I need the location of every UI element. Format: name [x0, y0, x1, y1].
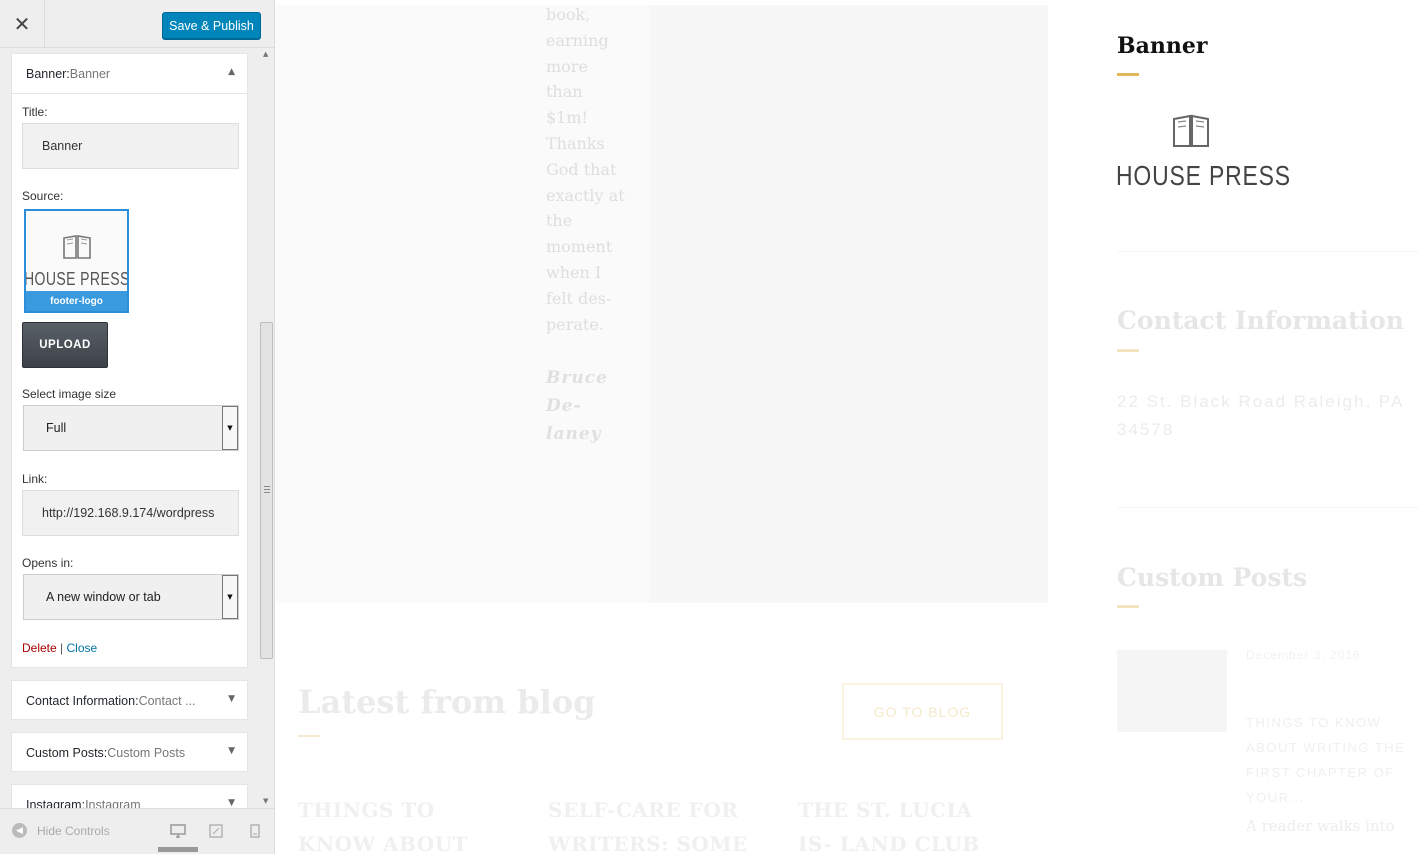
- thumbnail-caption: footer-logo: [26, 291, 127, 311]
- contact-widget-title: Contact Information: [1117, 306, 1404, 335]
- blog-post-title[interactable]: SELF-CARE FOR WRITERS: SOME: [548, 793, 758, 854]
- widget-title: Contact ...: [138, 694, 196, 708]
- testimonial-author: Bruce De- laney: [546, 368, 608, 444]
- blog-section-title: Latest from blog: [298, 683, 596, 721]
- expand-arrow-icon[interactable]: ▼: [228, 746, 235, 756]
- grip-icon: [264, 486, 270, 493]
- link-label: Link:: [22, 472, 48, 486]
- banner-widget-header[interactable]: Banner: Banner ▲: [12, 54, 247, 94]
- book-icon: [63, 235, 91, 259]
- scroll-down-arrow-icon[interactable]: ▼: [263, 797, 268, 805]
- source-label: Source:: [22, 189, 64, 203]
- site-preview: book, earning more than $1m! Thanks God …: [275, 0, 1419, 854]
- source-image-thumbnail[interactable]: HOUSE PRESS footer-logo: [24, 209, 129, 313]
- customizer-footer: ◀ Hide Controls: [0, 808, 274, 854]
- title-underline: [1117, 349, 1139, 352]
- title-label: Title:: [22, 105, 48, 119]
- save-publish-button[interactable]: Save & Publish: [162, 12, 261, 39]
- testimonial-panel: book, earning more than $1m! Thanks God …: [275, 5, 650, 603]
- hide-controls-label: Hide Controls: [37, 823, 110, 838]
- collapse-sidebar-icon: ◀: [12, 823, 27, 838]
- widget-title: Custom Posts: [107, 746, 186, 760]
- widget-header[interactable]: Contact Information: Contact ... ▼: [12, 681, 247, 721]
- scroll-up-arrow-icon[interactable]: ▲: [263, 50, 268, 58]
- dropdown-arrow-icon[interactable]: ▼: [222, 575, 238, 619]
- house-press-logo[interactable]: HOUSE PRESS: [1116, 160, 1291, 192]
- delete-link[interactable]: Delete: [22, 641, 57, 655]
- title-underline: [1117, 73, 1139, 76]
- book-icon[interactable]: [1171, 112, 1211, 150]
- post-excerpt: A reader walks into: [1246, 817, 1395, 835]
- expand-arrow-icon[interactable]: ▼: [228, 798, 235, 808]
- widget-name: Custom Posts:: [26, 746, 108, 760]
- actions-separator: |: [56, 641, 67, 655]
- tablet-icon[interactable]: [209, 824, 223, 838]
- banner-widget: Banner: Banner ▲ Title: Banner Source: H…: [11, 53, 248, 668]
- expand-arrow-icon[interactable]: ▼: [228, 694, 235, 704]
- close-icon: ✕: [13, 12, 31, 36]
- active-device-indicator: [158, 847, 198, 852]
- post-date: December 3, 2016: [1246, 648, 1361, 662]
- custom-posts-widget[interactable]: Custom Posts: Custom Posts ▼: [11, 732, 248, 772]
- title-underline: [1117, 605, 1139, 608]
- custom-posts-widget-title: Custom Posts: [1117, 563, 1308, 592]
- hide-controls-button[interactable]: ◀ Hide Controls: [12, 823, 110, 838]
- opens-in-value: A new window or tab: [46, 590, 161, 604]
- post-title-link[interactable]: THINGS TO KNOW ABOUT WRITING THE FIRST C…: [1246, 710, 1406, 810]
- widget-header[interactable]: Custom Posts: Custom Posts ▼: [12, 733, 247, 773]
- blog-post-title[interactable]: THINGS TO KNOW ABOUT WRITING: [298, 793, 508, 854]
- close-link[interactable]: Close: [66, 641, 97, 655]
- widget-divider: [1117, 251, 1419, 252]
- widget-divider: [1117, 507, 1419, 508]
- collapse-arrow-icon[interactable]: ▲: [228, 67, 235, 77]
- contact-information-widget[interactable]: Contact Information: Contact ... ▼: [11, 680, 248, 720]
- widget-title: Banner: [69, 66, 111, 81]
- mobile-icon[interactable]: [250, 824, 260, 838]
- contact-address: 22 St. Black Road Raleigh, PA 34578: [1117, 392, 1404, 439]
- opens-in-label: Opens in:: [22, 556, 74, 570]
- customizer-header: ✕ Save & Publish: [0, 0, 274, 48]
- widget-actions: Delete | Close: [22, 641, 97, 655]
- testimonial-image: [650, 5, 1048, 603]
- opens-in-select[interactable]: A new window or tab ▼: [23, 574, 239, 620]
- image-size-value: Full: [46, 421, 67, 435]
- widget-name: Banner:: [26, 66, 70, 81]
- banner-widget-title: Banner: [1117, 33, 1208, 59]
- title-underline: [298, 735, 320, 737]
- blog-post-title[interactable]: THE ST. LUCIA IS- LAND CLUB CHAP-: [798, 793, 1008, 854]
- post-thumbnail[interactable]: [1117, 650, 1227, 732]
- link-input[interactable]: http://192.168.9.174/wordpress: [22, 490, 239, 536]
- upload-button[interactable]: UPLOAD: [22, 322, 108, 368]
- customizer-sidebar: ✕ Save & Publish Banner: Banner ▲ Title:…: [0, 0, 275, 854]
- testimonial-text: book, earning more than $1m! Thanks God …: [546, 5, 625, 334]
- title-input[interactable]: Banner: [22, 123, 239, 169]
- desktop-icon[interactable]: [170, 824, 186, 838]
- widget-name: Contact Information:: [26, 694, 139, 708]
- thumbnail-logo-text: HOUSE PRESS: [24, 269, 129, 289]
- image-size-label: Select image size: [22, 387, 117, 401]
- go-to-blog-button[interactable]: GO TO BLOG: [842, 683, 1003, 740]
- close-customizer-button[interactable]: ✕: [0, 0, 45, 48]
- dropdown-arrow-icon[interactable]: ▼: [222, 406, 238, 450]
- image-size-select[interactable]: Full ▼: [23, 405, 239, 451]
- scrollbar-thumb[interactable]: [260, 322, 273, 659]
